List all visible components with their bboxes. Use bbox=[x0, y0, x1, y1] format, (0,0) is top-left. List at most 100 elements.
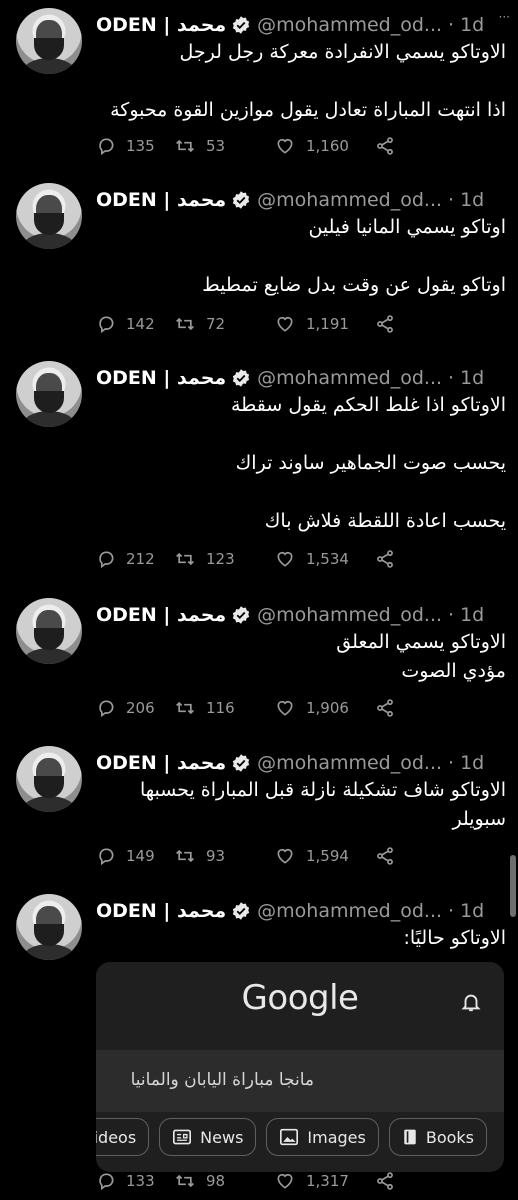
tweet-text: الاوتاكو يسمي الانفرادة معركة رجل لرجل ا… bbox=[96, 38, 506, 125]
retweet-button[interactable]: 53 bbox=[174, 136, 274, 156]
image-icon bbox=[280, 1128, 299, 1146]
share-icon bbox=[377, 315, 393, 333]
tweet-line: الاوتاكو يسمي المعلق bbox=[336, 631, 506, 653]
google-filter-chips: Videos News Images Books bbox=[96, 1118, 488, 1156]
more-options-button[interactable]: ··· bbox=[499, 10, 510, 24]
reply-button[interactable]: 135 bbox=[96, 136, 174, 156]
retweet-button[interactable]: 72 bbox=[174, 314, 274, 334]
reply-icon bbox=[99, 848, 114, 866]
like-button[interactable]: 1,160 bbox=[274, 136, 374, 156]
author-handle[interactable]: @mohammed_od... bbox=[257, 189, 442, 211]
bell-icon bbox=[461, 994, 481, 1012]
reply-count: 206 bbox=[126, 699, 155, 717]
tweet-media-google-screenshot[interactable]: Google مانجا مباراة اليابان والمانيا Vid… bbox=[96, 962, 504, 1172]
tweet-header: ODEN | محمد @mohammed_od... · 1d bbox=[96, 602, 508, 628]
retweet-count: 123 bbox=[206, 550, 235, 568]
tweet-time[interactable]: 1d bbox=[460, 189, 484, 211]
author-name[interactable]: ODEN | محمد bbox=[96, 189, 226, 211]
tweet-time[interactable]: 1d bbox=[460, 752, 484, 774]
reply-button[interactable]: 206 bbox=[96, 698, 174, 718]
author-handle[interactable]: @mohammed_od... bbox=[257, 367, 442, 389]
like-count: 1,906 bbox=[306, 699, 349, 717]
avatar[interactable] bbox=[16, 183, 82, 249]
reply-count: 149 bbox=[126, 847, 155, 865]
reply-button[interactable]: 142 bbox=[96, 314, 174, 334]
tweet-line: الاوتاكو اذا غلط الحكم يقول سقطة bbox=[231, 394, 506, 416]
share-button[interactable] bbox=[374, 1171, 406, 1191]
retweet-button[interactable]: 123 bbox=[174, 549, 274, 569]
heart-icon bbox=[277, 848, 293, 864]
avatar[interactable] bbox=[16, 746, 82, 812]
author-handle[interactable]: @mohammed_od... bbox=[257, 14, 442, 36]
like-button[interactable]: 1,191 bbox=[274, 314, 374, 334]
share-button[interactable] bbox=[374, 314, 406, 334]
chip-label: Videos bbox=[96, 1127, 137, 1147]
tweet-time[interactable]: 1d bbox=[460, 367, 484, 389]
chip-videos: Videos bbox=[96, 1118, 150, 1156]
author-handle[interactable]: @mohammed_od... bbox=[257, 900, 442, 922]
tweet-actions: 135 53 1,160 bbox=[96, 135, 436, 157]
share-button[interactable] bbox=[374, 549, 406, 569]
avatar[interactable] bbox=[16, 361, 82, 427]
tweet-text: الاوتاكو حاليًا: bbox=[96, 924, 506, 953]
heart-icon bbox=[277, 551, 293, 567]
scrollbar-thumb[interactable] bbox=[510, 855, 516, 917]
heart-icon bbox=[277, 700, 293, 716]
reply-button[interactable]: 149 bbox=[96, 846, 174, 866]
verified-badge-icon bbox=[232, 902, 250, 920]
retweet-icon bbox=[176, 1174, 194, 1188]
tweet-actions: 133 98 1,317 bbox=[96, 1170, 436, 1192]
avatar[interactable] bbox=[16, 894, 82, 960]
reply-count: 142 bbox=[126, 315, 155, 333]
author-name[interactable]: ODEN | محمد bbox=[96, 752, 226, 774]
share-icon bbox=[377, 137, 393, 155]
reply-icon bbox=[99, 316, 114, 334]
author-name[interactable]: ODEN | محمد bbox=[96, 604, 226, 626]
share-button[interactable] bbox=[374, 698, 406, 718]
tweet[interactable]: ODEN | محمد @mohammed_od... · 1d الاوتاك… bbox=[0, 598, 518, 728]
separator-dot: · bbox=[448, 367, 455, 389]
separator-dot: · bbox=[448, 189, 455, 211]
tweet[interactable]: ODEN | محمد @mohammed_od... · 1d الاوتاك… bbox=[0, 8, 518, 168]
avatar[interactable] bbox=[16, 8, 82, 74]
author-name[interactable]: ODEN | محمد bbox=[96, 14, 226, 36]
tweet-feed: ODEN | محمد @mohammed_od... · 1d الاوتاك… bbox=[0, 0, 518, 1200]
retweet-button[interactable]: 93 bbox=[174, 846, 274, 866]
verified-badge-icon bbox=[232, 369, 250, 387]
chip-label: News bbox=[200, 1127, 244, 1147]
like-button[interactable]: 1,317 bbox=[274, 1171, 374, 1191]
tweet-line: اوتاكو يسمي المانيا فيلين bbox=[308, 216, 506, 238]
tweet-line: الاوتاكو يسمي الانفرادة معركة رجل لرجل bbox=[179, 41, 506, 63]
tweet[interactable]: ODEN | محمد @mohammed_od... · 1d الاوتاك… bbox=[0, 746, 518, 876]
tweet-actions: 142 72 1,191 bbox=[96, 313, 436, 335]
share-button[interactable] bbox=[374, 136, 406, 156]
retweet-button[interactable]: 116 bbox=[174, 698, 274, 718]
like-count: 1,317 bbox=[306, 1172, 349, 1190]
tweet-line: الاوتاكو حاليًا: bbox=[403, 927, 506, 949]
reply-button[interactable]: 133 bbox=[96, 1171, 174, 1191]
avatar[interactable] bbox=[16, 598, 82, 664]
author-handle[interactable]: @mohammed_od... bbox=[257, 604, 442, 626]
author-name[interactable]: ODEN | محمد bbox=[96, 367, 226, 389]
retweet-count: 116 bbox=[206, 699, 235, 717]
like-button[interactable]: 1,594 bbox=[274, 846, 374, 866]
reply-button[interactable]: 212 bbox=[96, 549, 174, 569]
tweet[interactable]: ODEN | محمد @mohammed_od... · 1d اوتاكو … bbox=[0, 183, 518, 343]
reply-icon bbox=[99, 700, 114, 718]
tweet-time[interactable]: 1d bbox=[460, 900, 484, 922]
like-button[interactable]: 1,906 bbox=[274, 698, 374, 718]
author-name[interactable]: ODEN | محمد bbox=[96, 900, 226, 922]
retweet-icon bbox=[176, 849, 194, 863]
tweet[interactable]: ODEN | محمد @mohammed_od... · 1d الاوتاك… bbox=[0, 361, 518, 581]
author-handle[interactable]: @mohammed_od... bbox=[257, 752, 442, 774]
heart-icon bbox=[277, 1173, 293, 1189]
share-button[interactable] bbox=[374, 846, 406, 866]
tweet-header: ODEN | محمد @mohammed_od... · 1d bbox=[96, 187, 508, 213]
retweet-count: 93 bbox=[206, 847, 226, 865]
retweet-button[interactable]: 98 bbox=[174, 1171, 274, 1191]
tweet-time[interactable]: 1d bbox=[460, 14, 484, 36]
like-button[interactable]: 1,534 bbox=[274, 549, 374, 569]
verified-badge-icon bbox=[232, 754, 250, 772]
like-count: 1,160 bbox=[306, 137, 349, 155]
tweet-time[interactable]: 1d bbox=[460, 604, 484, 626]
